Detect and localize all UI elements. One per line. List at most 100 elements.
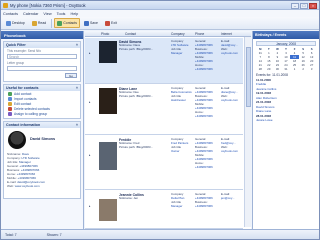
grid-scrollbar[interactable] <box>244 37 251 227</box>
row-phone: +4499807066 <box>195 165 213 169</box>
menu-contacts[interactable]: Contacts <box>3 12 18 16</box>
app-icon <box>3 3 8 8</box>
add-icon <box>8 91 12 96</box>
contact-info-title: Contact information <box>6 122 41 127</box>
calendar-day[interactable]: 28 <box>256 67 265 71</box>
row-web-link[interactable]: oxybook.com <box>221 98 238 103</box>
calendar-panel: Birthdays / Events January, 2008 MTWTFSS… <box>252 31 319 229</box>
collapse-icon[interactable]: ˄ <box>76 43 78 47</box>
table-row[interactable]: ▸ Jeannie Collins Nickname: Jen Company … <box>85 191 243 229</box>
table-row[interactable]: ▸ Freddie Nickname: Fred Picture path: /… <box>85 136 243 190</box>
events-list: 11.01.2008 Freddie Jeannie Collins 19.01.20… <box>253 78 319 123</box>
sidebar-title: Phonebook <box>1 31 83 39</box>
contact-info-panel: Contact information ˄ David Simons Nickna… <box>3 120 81 199</box>
contact-photo <box>99 199 117 221</box>
contacts-icon <box>57 20 63 26</box>
event-date: 28.01.2008 <box>256 113 272 118</box>
desktop-button[interactable]: Desktop <box>3 18 28 28</box>
table-row[interactable]: ▸ Diane Lane Nickname: Dee Picture path:… <box>85 85 243 135</box>
desktop-icon <box>6 20 11 26</box>
letter-group-label: Letter group <box>7 61 25 65</box>
contact-photo <box>99 88 117 114</box>
row-marker-icon: ▸ <box>89 51 91 55</box>
calendar-day[interactable]: 31 <box>282 67 291 71</box>
tools-panel-title: Useful for contacts <box>6 86 39 90</box>
go-button[interactable]: Go <box>65 73 77 78</box>
event-item[interactable]: Jessie Lowe <box>256 118 316 122</box>
row-marker-icon: ▸ <box>89 100 91 104</box>
row-web-link[interactable]: oxybook.com <box>221 149 238 154</box>
row-detail: Picture path: /Blog/2006/... <box>119 145 154 149</box>
calendar-day[interactable]: 30 <box>273 67 282 71</box>
window-title: My phone [Nokia 7360 Prism] - OxyBook <box>10 2 86 8</box>
event-item[interactable]: Freddie <box>256 82 316 86</box>
event-item[interactable]: Jeannie Collins <box>256 87 316 91</box>
scrollbar-thumb[interactable] <box>246 47 251 107</box>
table-row[interactable]: ▸ David Simons Nickname: Dave Picture pa… <box>85 38 243 84</box>
column-phone[interactable]: Phone <box>195 32 204 36</box>
minimize-button[interactable]: – <box>291 2 299 9</box>
row-email-link[interactable]: jen@oxy... <box>221 196 234 201</box>
calendar-title: Birthdays / Events <box>253 31 319 39</box>
column-contact[interactable]: Contact <box>125 32 136 36</box>
menu-calendar[interactable]: Calendar <box>23 12 38 16</box>
close-button[interactable]: × <box>309 2 317 9</box>
menu-tools[interactable]: Tools <box>57 12 66 16</box>
row-web-link[interactable]: oxybook.com <box>221 51 238 56</box>
event-item[interactable]: Alan Robertson <box>256 96 316 100</box>
column-company[interactable]: Company <box>171 32 185 36</box>
exit-button[interactable]: Exit <box>102 18 120 28</box>
group-icon <box>8 111 12 116</box>
grid-header: Photo Contact Company Phone Internet <box>85 31 251 37</box>
row-marker-icon: ▸ <box>89 204 91 208</box>
quick-filter-title: Quick Filter <box>6 43 26 47</box>
envelope-icon <box>31 20 37 26</box>
search-input[interactable]: Search <box>7 54 77 59</box>
title-bar[interactable]: My phone [Nokia 7360 Prism] - OxyBook – … <box>1 1 319 10</box>
events-label: Events for: 11.01.2008 <box>256 73 288 77</box>
maximize-button[interactable]: □ <box>300 2 308 9</box>
save-icon <box>84 20 90 26</box>
assign-group-link[interactable]: Assign to calling group <box>4 111 80 118</box>
menu-help[interactable]: Help <box>70 12 78 16</box>
column-internet[interactable]: Internet <box>221 32 232 36</box>
row-phone: +4499807066 <box>195 114 213 118</box>
row-phone: +4499807066 <box>195 204 213 208</box>
row-marker-icon: ▸ <box>89 153 91 157</box>
calendar-day[interactable]: 2 <box>299 67 308 71</box>
exit-icon <box>105 20 111 26</box>
calendar-day[interactable]: 1 <box>290 67 299 71</box>
calendar-grid: M T W T F S S 31 1 2 3 4 5 6 7 8 9 10 11 12 13 14 15 16 17 18 19 20… <box>256 47 316 71</box>
read-button[interactable]: Read <box>29 18 49 28</box>
collapse-icon[interactable]: ˄ <box>76 123 78 127</box>
row-company: Hairdresser <box>171 98 186 102</box>
contact-photo <box>99 142 117 170</box>
row-company: Owner <box>171 149 180 153</box>
contact-card: David Simons Nickname: Dave Company: LTD… <box>4 128 80 198</box>
calendar-day[interactable]: 3 <box>307 67 316 71</box>
row-detail: Picture path: /Blog/2006/... <box>119 94 154 98</box>
toolbar: Desktop Read Contacts Save Exit <box>1 17 319 30</box>
column-photo[interactable]: Photo <box>101 32 109 36</box>
month-header[interactable]: January, 2008 <box>256 41 316 46</box>
event-item[interactable]: Diane Lane <box>256 109 316 113</box>
app-window: My phone [Nokia 7360 Prism] - OxyBook – … <box>0 0 320 240</box>
row-detail: Nickname: Jen <box>119 196 139 200</box>
contact-web[interactable]: Web: www.oxybook.com <box>7 184 40 188</box>
event-date: 19.01.2008 <box>256 91 272 95</box>
status-shown: Shown: 7 <box>46 232 62 237</box>
row-phone: +4499807066 <box>195 67 213 71</box>
row-detail: Picture path: /Blog/2006/... <box>119 47 154 51</box>
contacts-button[interactable]: Contacts <box>54 18 81 28</box>
toolbar-separator <box>51 18 53 28</box>
menu-view[interactable]: View <box>43 12 51 16</box>
contact-photo <box>99 41 117 63</box>
collapse-icon[interactable]: ˄ <box>76 86 78 90</box>
status-bar: Total: 7 Shown: 7 <box>1 229 319 239</box>
sidebar: Phonebook Quick Filter ˄ This example: Se… <box>1 31 84 229</box>
letter-group-field[interactable] <box>7 66 77 71</box>
event-item[interactable]: David Simons <box>256 105 316 109</box>
row-company: Manager <box>171 204 183 208</box>
save-button[interactable]: Save <box>81 18 101 28</box>
calendar-day[interactable]: 29 <box>265 67 274 71</box>
